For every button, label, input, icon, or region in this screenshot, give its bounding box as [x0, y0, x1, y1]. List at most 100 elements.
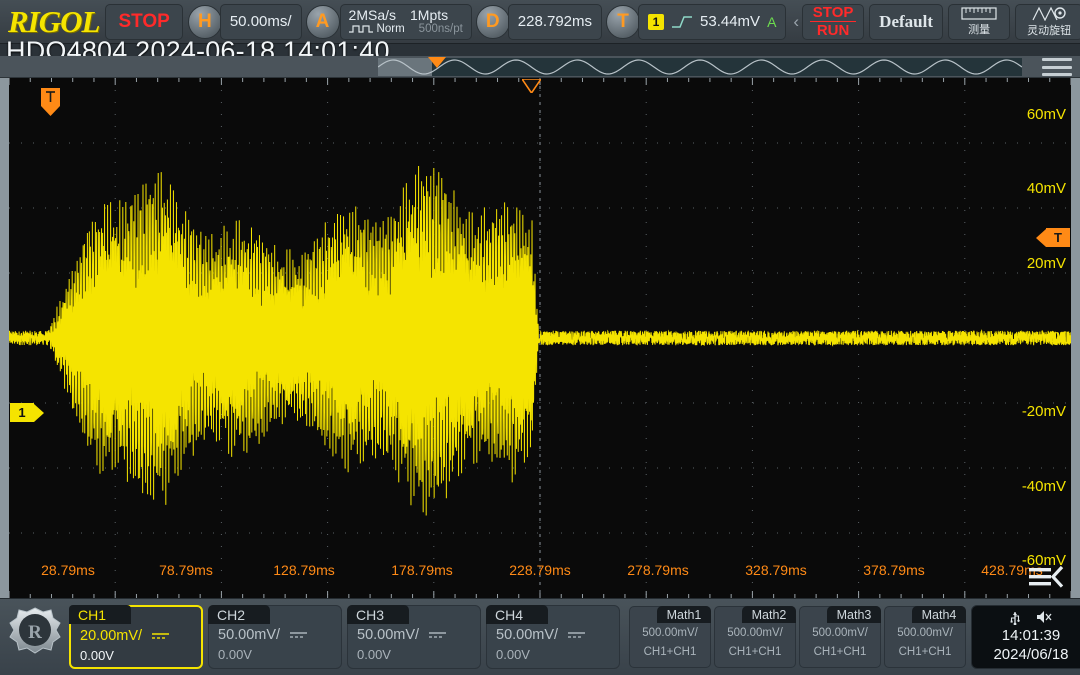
- math-expression-value: CH1+CH1: [630, 646, 710, 658]
- trigger-coupling-value: A: [767, 14, 776, 30]
- collapse-menu-icon[interactable]: [1028, 564, 1064, 590]
- math-expression-value: CH1+CH1: [715, 646, 795, 658]
- knob-icon: [1030, 6, 1068, 21]
- math-card-math3[interactable]: Math3 500.00mV/CH1+CH1: [799, 606, 881, 668]
- trigger-time-marker[interactable]: [522, 79, 541, 93]
- trigger-group[interactable]: T 1 53.44mV A: [606, 4, 786, 40]
- channel-body: 20.00mV/0.00V: [71, 628, 201, 663]
- left-ruler: [0, 78, 9, 598]
- dc-coupling-icon: [152, 632, 169, 641]
- channel-offset-value: 0.00V: [496, 647, 610, 662]
- math-card-math1[interactable]: Math1500.00mV/CH1+CH1: [629, 606, 711, 668]
- ruler-icon: [961, 7, 997, 20]
- voltage-label: 20mV: [1027, 255, 1066, 272]
- channel-card-ch1[interactable]: CH1 20.00mV/0.00V: [69, 605, 203, 669]
- square-wave-icon: [349, 24, 373, 34]
- delay-group[interactable]: D 228.792ms: [476, 4, 602, 40]
- channel1-ground-badge: 1: [10, 403, 34, 422]
- stop-run-button[interactable]: STOP RUN: [802, 4, 864, 40]
- waveform-overview-bar[interactable]: [0, 56, 1080, 78]
- channel-offset-value: 0.00V: [357, 647, 471, 662]
- main-menu-icon[interactable]: [1042, 58, 1072, 76]
- toolbar-scroll-left-icon[interactable]: ‹: [790, 12, 802, 32]
- channel-offset-value: 0.00V: [218, 647, 332, 662]
- time-label: 378.79ms: [863, 562, 924, 578]
- math-tab-label: Math2: [742, 606, 796, 623]
- clock-panel[interactable]: 14:01:39 2024/06/18: [971, 605, 1080, 669]
- acquire-info[interactable]: 2MSa/s 1Mpts Norm 500ns/pt: [340, 4, 472, 40]
- clock-status-icons: [1009, 609, 1053, 625]
- math-body: 500.00mV/CH1+CH1: [715, 627, 795, 658]
- math-scale-value: 500.00mV/: [885, 627, 965, 639]
- channel-scale-value: 20.00mV/: [80, 628, 142, 644]
- stop-run-button-line2: RUN: [817, 23, 850, 38]
- acquire-mode: Norm: [349, 23, 405, 35]
- acquire-group[interactable]: A 2MSa/s 1Mpts Norm 500ns/pt: [306, 4, 472, 40]
- mute-icon: [1035, 609, 1053, 625]
- trigger-source-badge: 1: [648, 14, 664, 30]
- delay-value[interactable]: 228.792ms: [508, 4, 602, 40]
- memory-depth-value: 1Mpts: [410, 8, 448, 23]
- math-cards: Math1500.00mV/CH1+CH1Math2500.00mV/CH1+C…: [629, 606, 966, 668]
- channel-scale-value: 50.00mV/: [218, 627, 280, 643]
- horizontal-scale-value[interactable]: 50.00ms/: [220, 4, 302, 40]
- measure-button[interactable]: 测量: [948, 4, 1010, 40]
- math-scale-value: 500.00mV/: [715, 627, 795, 639]
- channel-tab-label: CH1: [69, 605, 131, 624]
- voltage-label: 0V: [1048, 329, 1066, 346]
- clock-date: 2024/06/18: [993, 646, 1068, 665]
- stop-run-button-line1: STOP: [813, 5, 854, 20]
- trigger-position-marker[interactable]: [41, 88, 60, 116]
- voltage-label: -20mV: [1022, 403, 1066, 420]
- trigger-settings[interactable]: 1 53.44mV A: [638, 4, 786, 40]
- channel-body: 50.00mV/0.00V: [348, 627, 480, 662]
- time-axis-labels: 28.79ms78.79ms128.79ms178.79ms228.79ms27…: [0, 562, 1080, 584]
- rigol-logo: RIGOL: [0, 6, 105, 37]
- channel-scale-value: 50.00mV/: [496, 627, 558, 643]
- dc-coupling-icon: [290, 631, 307, 640]
- measure-button-label: 测量: [968, 21, 990, 37]
- channel-scale-row: 50.00mV/: [357, 627, 471, 643]
- dc-coupling-icon: [429, 631, 446, 640]
- overview-trigger-marker[interactable]: [428, 57, 446, 68]
- channel1-ground-marker[interactable]: 1: [10, 403, 44, 422]
- channel-offset-value: 0.00V: [80, 648, 192, 663]
- math-tab-label: Math3: [827, 606, 881, 623]
- math-body: 500.00mV/CH1+CH1: [885, 627, 965, 658]
- time-label: 328.79ms: [745, 562, 806, 578]
- math-body: 500.00mV/CH1+CH1: [800, 627, 880, 658]
- horizontal-group[interactable]: H 50.00ms/: [188, 4, 302, 40]
- channel-card-ch4[interactable]: CH450.00mV/0.00V: [486, 605, 620, 669]
- bottom-bar: R CH120.00mV/0.00VCH250.00mV/0.00VCH350.…: [0, 598, 1080, 675]
- smart-knob-button[interactable]: 灵动旋钮: [1015, 4, 1080, 40]
- voltage-label: 40mV: [1027, 180, 1066, 197]
- default-button[interactable]: Default: [869, 4, 943, 40]
- trigger-knob-icon[interactable]: T: [606, 5, 640, 39]
- channel-cards: CH120.00mV/0.00VCH250.00mV/0.00VCH350.00…: [69, 605, 620, 669]
- waveform-plot-area[interactable]: 1 T 60mV40mV20mV0V-20mV-40mV-60mV 28.79m…: [0, 78, 1080, 598]
- channel-card-ch3[interactable]: CH3 50.00mV/0.00V: [347, 605, 481, 669]
- channel-card-ch2[interactable]: CH250.00mV/0.00V: [208, 605, 342, 669]
- math-scale-value: 500.00mV/: [800, 627, 880, 639]
- channel-scale-row: 50.00mV/: [496, 627, 610, 643]
- math-card-math2[interactable]: Math2 500.00mV/CH1+CH1: [714, 606, 796, 668]
- channel1-ground-arrow: [34, 404, 44, 422]
- math-tab-label: Math4: [912, 606, 966, 623]
- horizontal-knob-icon[interactable]: H: [188, 5, 222, 39]
- rigol-gear-logo-icon[interactable]: R: [6, 606, 64, 668]
- channel-scale-row: 20.00mV/: [80, 628, 192, 644]
- channel-body: 50.00mV/0.00V: [209, 627, 341, 662]
- delay-knob-icon[interactable]: D: [476, 5, 510, 39]
- default-button-label: Default: [879, 12, 933, 32]
- oscilloscope-screen: RIGOL STOP H 50.00ms/ A 2MSa/s 1Mpts Nor…: [0, 0, 1080, 675]
- acquire-knob-icon[interactable]: A: [306, 5, 340, 39]
- svg-text:R: R: [28, 622, 42, 643]
- right-ruler: [1071, 78, 1080, 598]
- math-card-math4[interactable]: Math4 500.00mV/CH1+CH1: [884, 606, 966, 668]
- time-label: 228.79ms: [509, 562, 570, 578]
- waveform-canvas[interactable]: [9, 78, 1071, 598]
- time-label: 128.79ms: [273, 562, 334, 578]
- channel-tab-label: CH3: [347, 605, 409, 624]
- run-state-indicator[interactable]: STOP: [105, 4, 182, 40]
- voltage-label: -40mV: [1022, 478, 1066, 495]
